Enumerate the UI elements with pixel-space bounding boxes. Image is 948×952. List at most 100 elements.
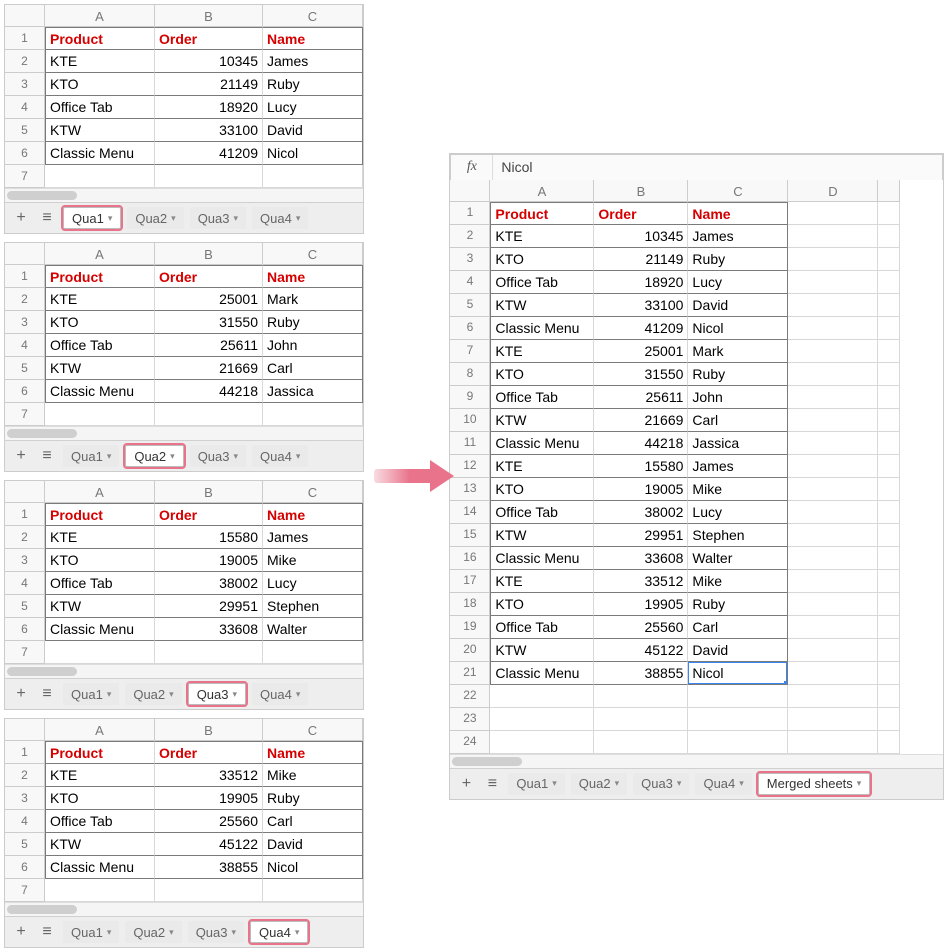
row-header[interactable]: 7 [5, 403, 45, 426]
cell[interactable]: Stephen [688, 524, 788, 547]
cell[interactable] [688, 731, 788, 754]
cell[interactable]: Ruby [688, 363, 788, 386]
cell[interactable]: Office Tab [490, 616, 594, 639]
cell[interactable] [788, 616, 878, 639]
cell[interactable]: 31550 [594, 363, 688, 386]
cell[interactable]: Order [594, 202, 688, 225]
tab-qua2[interactable]: Qua2▾ [125, 921, 181, 943]
cell[interactable]: KTE [45, 526, 155, 549]
cell[interactable] [788, 386, 878, 409]
cell[interactable]: KTW [45, 119, 155, 142]
cell[interactable]: KTO [45, 549, 155, 572]
cell[interactable]: Classic Menu [490, 547, 594, 570]
cell[interactable] [155, 165, 263, 188]
cell[interactable]: James [688, 225, 788, 248]
horizontal-scrollbar[interactable] [5, 902, 363, 916]
cell[interactable]: 45122 [155, 833, 263, 856]
cell[interactable]: 33512 [155, 764, 263, 787]
cell[interactable]: Office Tab [490, 271, 594, 294]
cell[interactable] [45, 641, 155, 664]
select-all-corner[interactable] [5, 481, 45, 503]
cell[interactable]: 33608 [594, 547, 688, 570]
col-header-b[interactable]: B [155, 719, 263, 741]
tab-qua4[interactable]: Qua4▾ [252, 445, 308, 467]
cell[interactable] [45, 165, 155, 188]
cell[interactable]: James [263, 526, 363, 549]
cell[interactable]: Walter [688, 547, 788, 570]
scrollbar-thumb[interactable] [452, 757, 522, 766]
row-header[interactable]: 24 [450, 731, 490, 754]
row-header[interactable]: 3 [5, 73, 45, 96]
cell[interactable]: 25560 [594, 616, 688, 639]
grid-merged[interactable]: A B C D 1 Product Order Name 2KTE10345Ja… [450, 180, 943, 754]
row-header[interactable]: 18 [450, 593, 490, 616]
cell[interactable]: Office Tab [45, 96, 155, 119]
cell[interactable]: 41209 [594, 317, 688, 340]
cell[interactable] [788, 409, 878, 432]
cell[interactable] [878, 271, 900, 294]
cell[interactable]: Product [45, 265, 155, 288]
cell[interactable]: Office Tab [490, 386, 594, 409]
cell[interactable]: 38855 [594, 662, 688, 685]
tab-qua3[interactable]: Qua3▾ [190, 207, 246, 229]
col-header-a[interactable]: A [45, 719, 155, 741]
cell[interactable] [788, 478, 878, 501]
cell[interactable] [878, 570, 900, 593]
row-header[interactable]: 1 [450, 202, 490, 225]
cell[interactable] [878, 455, 900, 478]
cell[interactable] [788, 708, 878, 731]
cell[interactable] [878, 593, 900, 616]
row-header[interactable]: 13 [450, 478, 490, 501]
row-header[interactable]: 7 [450, 340, 490, 363]
tab-qua3[interactable]: Qua3▾ [633, 773, 689, 795]
row-header[interactable]: 1 [5, 741, 45, 764]
cell[interactable]: Product [45, 503, 155, 526]
row-header[interactable]: 19 [450, 616, 490, 639]
row-header[interactable]: 6 [5, 380, 45, 403]
row-header[interactable]: 2 [5, 50, 45, 73]
cell[interactable]: 18920 [155, 96, 263, 119]
cell[interactable] [263, 165, 363, 188]
cell[interactable] [878, 225, 900, 248]
cell[interactable]: Jassica [263, 380, 363, 403]
cell[interactable]: 25611 [155, 334, 263, 357]
col-header-c[interactable]: C [263, 719, 363, 741]
cell[interactable] [788, 363, 878, 386]
row-header[interactable]: 16 [450, 547, 490, 570]
cell[interactable]: 41209 [155, 142, 263, 165]
cell[interactable]: David [688, 294, 788, 317]
cell[interactable] [788, 225, 878, 248]
cell[interactable]: Nicol [688, 317, 788, 340]
tab-qua3[interactable]: Qua3▾ [188, 683, 246, 705]
col-header-c[interactable]: C [688, 180, 788, 202]
cell[interactable] [788, 639, 878, 662]
tab-merged-sheets[interactable]: Merged sheets▾ [758, 773, 871, 795]
cell[interactable]: John [688, 386, 788, 409]
cell[interactable] [878, 432, 900, 455]
row-header[interactable]: 2 [5, 288, 45, 311]
cell[interactable] [155, 403, 263, 426]
row-header[interactable]: 23 [450, 708, 490, 731]
row-header[interactable]: 1 [5, 265, 45, 288]
cell[interactable]: James [688, 455, 788, 478]
cell[interactable]: 10345 [594, 225, 688, 248]
all-sheets-icon[interactable]: ≡ [37, 684, 57, 704]
cell[interactable]: 25001 [155, 288, 263, 311]
cell[interactable] [788, 432, 878, 455]
cell[interactable]: 38002 [594, 501, 688, 524]
select-all-corner[interactable] [5, 5, 45, 27]
select-all-corner[interactable] [5, 243, 45, 265]
row-header[interactable]: 17 [450, 570, 490, 593]
cell[interactable]: Office Tab [45, 334, 155, 357]
cell[interactable] [688, 708, 788, 731]
cell[interactable]: Carl [688, 616, 788, 639]
cell[interactable]: 38855 [155, 856, 263, 879]
cell[interactable]: Classic Menu [45, 856, 155, 879]
cell[interactable] [263, 403, 363, 426]
cell[interactable]: 45122 [594, 639, 688, 662]
tab-qua4[interactable]: Qua4▾ [695, 773, 751, 795]
cell[interactable] [878, 685, 900, 708]
cell[interactable]: Ruby [688, 593, 788, 616]
cell[interactable]: Jassica [688, 432, 788, 455]
cell[interactable] [788, 202, 878, 225]
